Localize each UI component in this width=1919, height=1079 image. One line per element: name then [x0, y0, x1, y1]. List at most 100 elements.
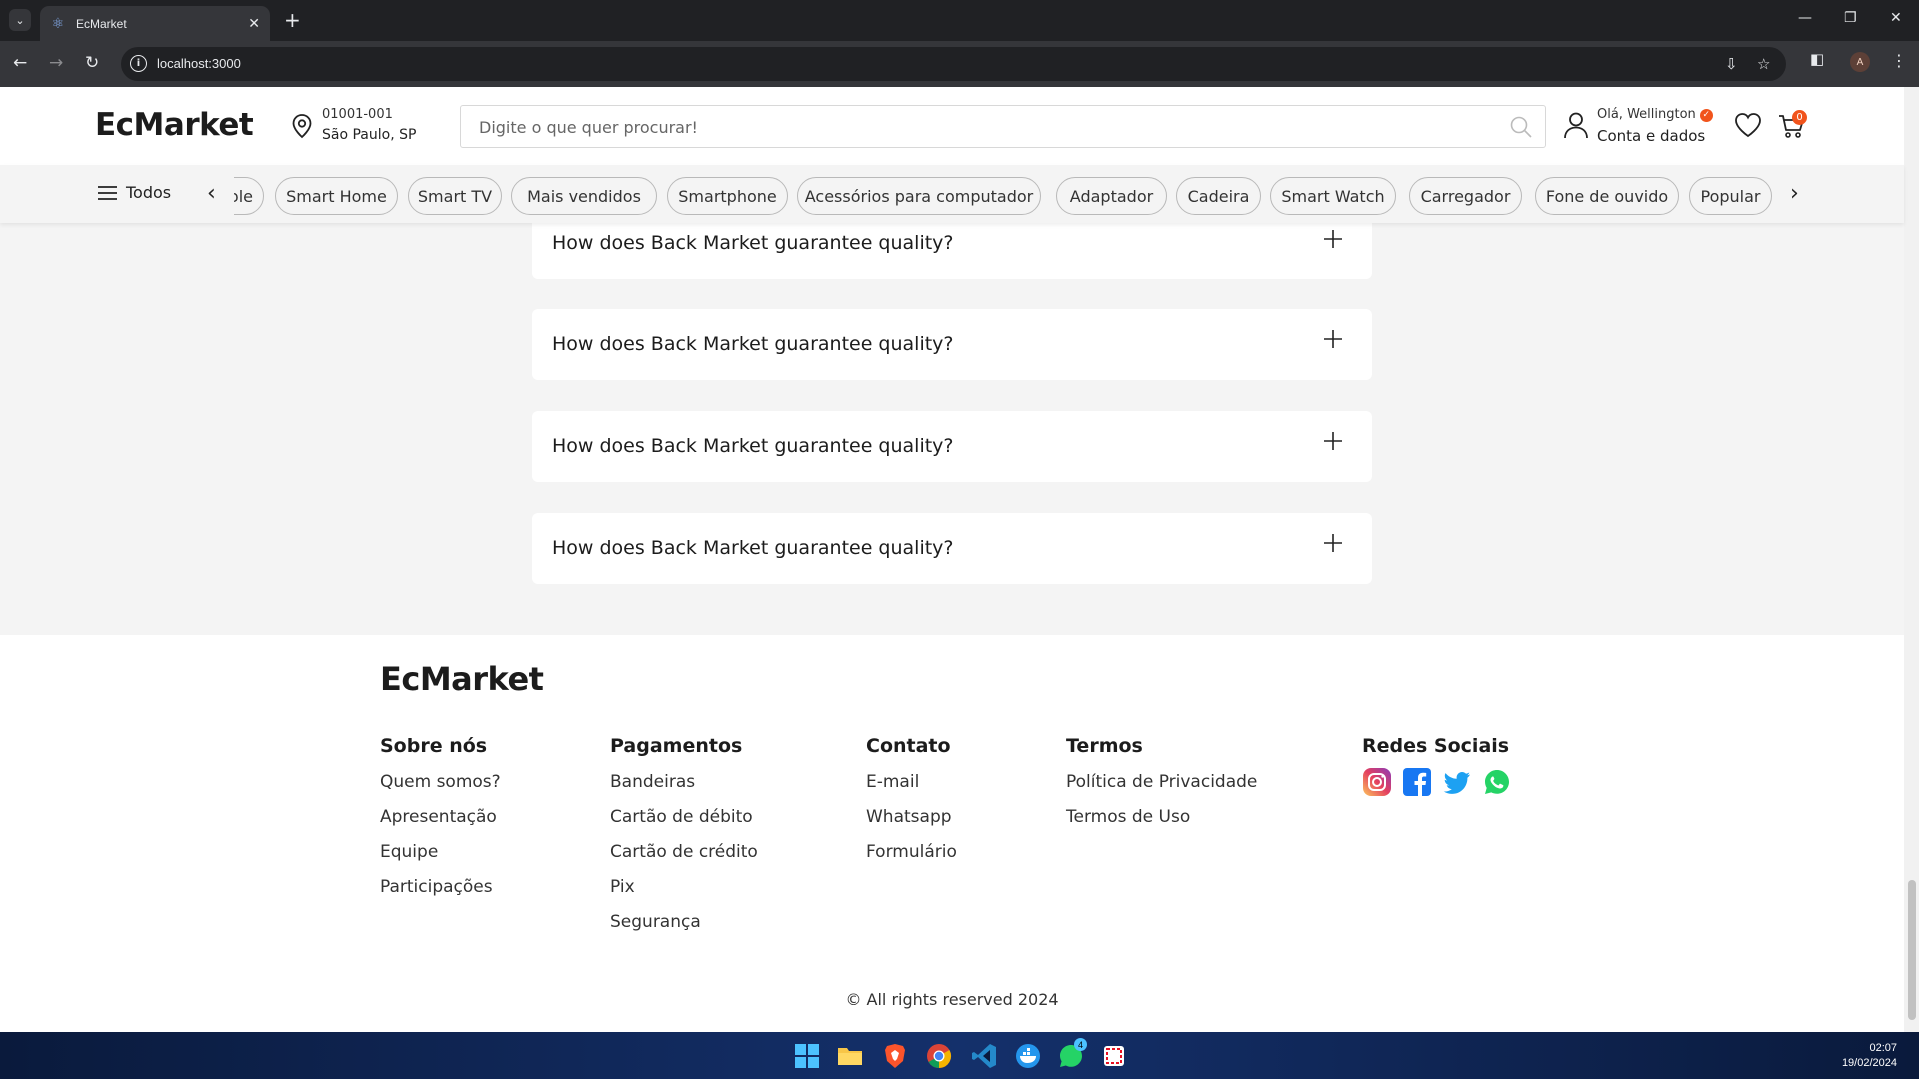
- footer-link[interactable]: Política de Privacidade: [1066, 771, 1257, 806]
- address-bar[interactable]: i localhost:3000 ⇩ ☆: [121, 47, 1786, 81]
- tab-search-dropdown-icon[interactable]: ⌄: [9, 9, 31, 31]
- account-link[interactable]: Conta e dados: [1597, 127, 1705, 145]
- browser-tab[interactable]: ⚛ EcMarket ✕: [40, 6, 270, 41]
- category-chip[interactable]: Mais vendidos: [511, 177, 657, 215]
- browser-menu-icon[interactable]: ⋮: [1891, 51, 1907, 70]
- search-icon[interactable]: [1509, 115, 1533, 139]
- location-cep[interactable]: 01001-001: [322, 107, 393, 122]
- faq-question[interactable]: How does Back Market guarantee quality?: [552, 435, 954, 457]
- faq-item[interactable]: How does Back Market guarantee quality?: [532, 513, 1372, 584]
- footer-link[interactable]: Bandeiras: [610, 771, 758, 806]
- chevron-right-icon[interactable]: ›: [1790, 181, 1799, 206]
- footer-link[interactable]: Whatsapp: [866, 806, 957, 841]
- category-chip[interactable]: Smart Watch: [1270, 177, 1396, 215]
- footer-column-terms: Termos Política de Privacidade Termos de…: [1066, 735, 1257, 841]
- category-chip[interactable]: Carregador: [1409, 177, 1522, 215]
- category-chip[interactable]: Fone de ouvido: [1535, 177, 1679, 215]
- all-categories-button[interactable]: Todos: [98, 183, 171, 202]
- whatsapp-taskbar-icon[interactable]: 4: [1058, 1038, 1087, 1069]
- copyright-text: © All rights reserved 2024: [845, 990, 1059, 1009]
- footer-link[interactable]: Apresentação: [380, 806, 501, 841]
- category-chip[interactable]: Acessórios para computador: [797, 177, 1041, 215]
- chrome-icon[interactable]: [926, 1043, 952, 1069]
- instagram-icon[interactable]: [1362, 767, 1392, 797]
- windows-start-icon[interactable]: [794, 1043, 820, 1069]
- bookmark-star-icon[interactable]: ☆: [1757, 55, 1770, 73]
- footer-column-title: Redes Sociais: [1362, 735, 1510, 757]
- docker-icon[interactable]: [1015, 1043, 1041, 1069]
- wishlist-heart-icon[interactable]: [1734, 112, 1762, 138]
- site-info-icon[interactable]: i: [130, 55, 147, 72]
- minimize-icon[interactable]: —: [1798, 10, 1812, 26]
- footer-logo[interactable]: EcMarket: [380, 660, 544, 698]
- footer-link[interactable]: Participações: [380, 876, 501, 911]
- footer-link[interactable]: Pix: [610, 876, 758, 911]
- user-greeting[interactable]: Olá, Wellington ✓: [1597, 107, 1713, 122]
- user-icon[interactable]: [1563, 111, 1589, 139]
- cart-count-badge: 0: [1792, 110, 1807, 125]
- file-explorer-icon[interactable]: [837, 1043, 863, 1069]
- footer-link[interactable]: Cartão de crédito: [610, 841, 758, 876]
- all-categories-label: Todos: [126, 183, 172, 202]
- category-chip[interactable]: Popular: [1689, 177, 1772, 215]
- clock-time: 02:07: [1869, 1042, 1897, 1054]
- footer-column-title: Pagamentos: [610, 735, 743, 757]
- location-pin-icon[interactable]: [291, 113, 313, 139]
- notification-badge: 4: [1074, 1038, 1087, 1051]
- location-city[interactable]: São Paulo, SP: [322, 127, 416, 143]
- footer-column-title: Termos: [1066, 735, 1143, 757]
- close-tab-icon[interactable]: ✕: [248, 16, 260, 32]
- footer-link[interactable]: Segurança: [610, 911, 758, 946]
- category-chip[interactable]: Cadeira: [1176, 177, 1261, 215]
- category-chip[interactable]: Adaptador: [1056, 177, 1167, 215]
- category-chip-partial[interactable]: ole: [234, 177, 264, 215]
- category-chip[interactable]: Smart Home: [275, 177, 398, 215]
- forward-icon[interactable]: →: [49, 53, 63, 73]
- search-input[interactable]: [479, 115, 1479, 139]
- clock-date: 19/02/2024: [1841, 1057, 1897, 1069]
- plus-icon[interactable]: [1324, 230, 1342, 248]
- site-header: EcMarket 01001-001 São Paulo, SP Olá, We…: [0, 87, 1904, 165]
- user-greeting-text: Olá, Wellington: [1597, 107, 1696, 122]
- footer-link[interactable]: Formulário: [866, 841, 957, 876]
- tab-title: EcMarket: [76, 16, 127, 31]
- faq-question[interactable]: How does Back Market guarantee quality?: [552, 333, 954, 355]
- new-tab-icon[interactable]: +: [284, 8, 301, 32]
- system-clock[interactable]: 02:07 19/02/2024: [1842, 1041, 1897, 1071]
- vscode-icon[interactable]: [971, 1043, 997, 1069]
- window-close-icon[interactable]: ✕: [1890, 10, 1902, 26]
- twitter-icon[interactable]: [1442, 767, 1472, 797]
- footer-link[interactable]: Cartão de débito: [610, 806, 758, 841]
- snipping-tool-icon[interactable]: [1101, 1043, 1127, 1069]
- footer-link[interactable]: Quem somos?: [380, 771, 501, 806]
- faq-item[interactable]: How does Back Market guarantee quality?: [532, 309, 1372, 380]
- url-text[interactable]: localhost:3000: [157, 56, 241, 71]
- category-chip[interactable]: Smartphone: [667, 177, 788, 215]
- facebook-icon[interactable]: [1402, 767, 1432, 797]
- category-chips: ole Smart Home Smart TV Mais vendidos Sm…: [234, 177, 1774, 215]
- chevron-left-icon[interactable]: ‹: [207, 181, 216, 206]
- restore-icon[interactable]: ❐: [1844, 10, 1857, 26]
- profile-avatar[interactable]: A: [1850, 52, 1870, 72]
- back-icon[interactable]: ←: [13, 53, 27, 73]
- faq-item[interactable]: How does Back Market guarantee quality?: [532, 411, 1372, 482]
- plus-icon[interactable]: [1324, 432, 1342, 450]
- plus-icon[interactable]: [1324, 534, 1342, 552]
- search-box[interactable]: [460, 105, 1546, 148]
- install-app-icon[interactable]: ⇩: [1725, 55, 1738, 73]
- plus-icon[interactable]: [1324, 330, 1342, 348]
- category-chip[interactable]: Smart TV: [408, 177, 502, 215]
- side-panel-icon[interactable]: ◧: [1810, 50, 1824, 68]
- faq-question[interactable]: How does Back Market guarantee quality?: [552, 537, 954, 559]
- site-logo[interactable]: EcMarket: [95, 107, 254, 143]
- reload-icon[interactable]: ↻: [85, 53, 99, 73]
- whatsapp-icon[interactable]: [1482, 767, 1512, 797]
- footer-column-about: Sobre nós Quem somos? Apresentação Equip…: [380, 735, 501, 911]
- faq-question[interactable]: How does Back Market guarantee quality?: [552, 232, 954, 254]
- footer-link[interactable]: E-mail: [866, 771, 957, 806]
- scrollbar-thumb[interactable]: [1908, 880, 1916, 1020]
- footer-link[interactable]: Equipe: [380, 841, 501, 876]
- social-icons: [1362, 767, 1512, 797]
- footer-link[interactable]: Termos de Uso: [1066, 806, 1257, 841]
- brave-browser-icon[interactable]: [882, 1043, 908, 1069]
